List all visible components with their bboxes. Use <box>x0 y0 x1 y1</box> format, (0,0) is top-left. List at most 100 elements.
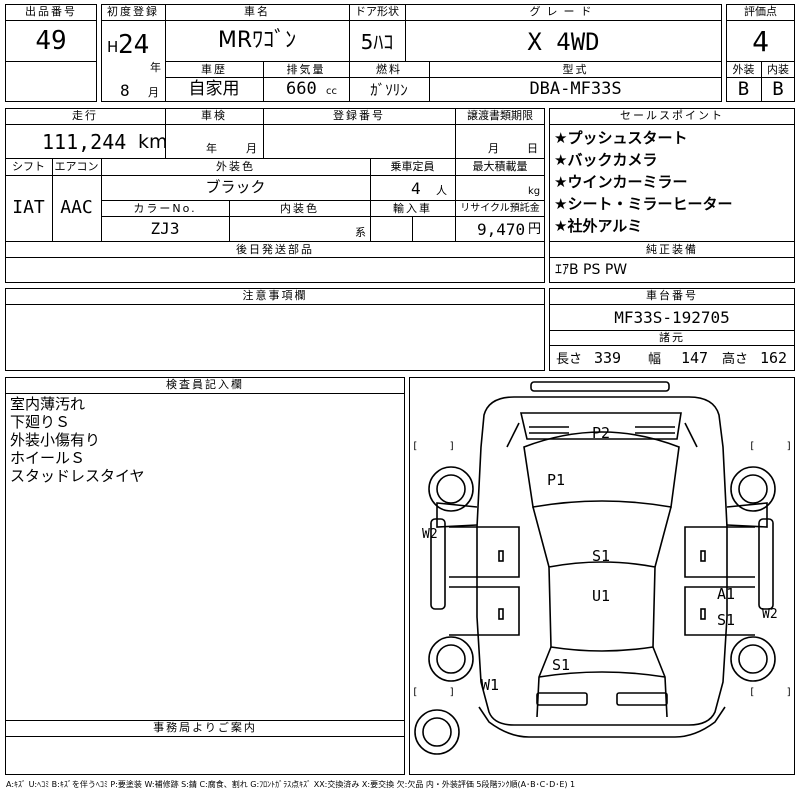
length: 339 <box>594 349 622 367</box>
registration-number-label: 登録番号 <box>333 109 385 122</box>
shift: IAT <box>12 197 45 218</box>
inspector-line: 外装小傷有り <box>10 431 101 449</box>
office-info-label: 事務局よりご案内 <box>153 721 257 734</box>
import-label: 輸入車 <box>393 202 432 215</box>
mark-p2: P2 <box>592 424 610 442</box>
damage-legend: A:ｷｽﾞ U:ﾍｺﾐ B:ｷｽﾞを伴うﾍｺﾐ P:要塗装 W:補修跡 S:錆 … <box>6 780 576 789</box>
color-number: ZJ3 <box>150 219 180 238</box>
recycle-label: リサイクル預託金 <box>460 203 540 214</box>
inspector-label: 検査員記入欄 <box>166 378 244 391</box>
transfer-day-unit: 日 <box>527 142 538 155</box>
sales-point: ★シート・ミラーヒーター <box>554 195 733 213</box>
inspection-year-unit: 年 <box>206 142 217 155</box>
history: 自家用 <box>188 79 240 99</box>
inspector-line: スタッドレスタイヤ <box>10 467 145 485</box>
dimensions-label: 諸元 <box>659 331 685 344</box>
chassis-number: MF33S-192705 <box>614 308 730 327</box>
svg-text:[: [ <box>749 441 755 452</box>
svg-text:[: [ <box>749 687 755 698</box>
mark-a1: A1 <box>717 585 735 603</box>
registration-month: 8 <box>120 81 130 100</box>
ac: AAC <box>60 197 93 218</box>
max-load-label: 最大積載量 <box>472 160 528 173</box>
svg-text:[: [ <box>412 441 418 452</box>
svg-text:]: ] <box>449 687 455 698</box>
interior-color-label: 内装色 <box>280 202 319 215</box>
displacement-unit: cc <box>326 86 337 97</box>
ac-label: エアコン <box>54 160 99 173</box>
score: 4 <box>752 25 769 58</box>
capacity-label: 乗車定員 <box>390 160 435 173</box>
car-name: MRﾜｺﾞﾝ <box>217 28 297 53</box>
model-label: 型式 <box>562 63 589 76</box>
displacement: 660 <box>286 79 317 99</box>
sales-point: ★プッシュスタート <box>554 129 688 147</box>
inspection-month-unit: 月 <box>246 142 257 155</box>
sales-point: ★バックカメラ <box>554 151 658 169</box>
later-parts-label: 後日発送部品 <box>236 243 314 256</box>
recycle-unit: 円 <box>528 222 542 237</box>
capacity-unit: 人 <box>436 184 447 197</box>
width-label: 幅 <box>648 352 662 367</box>
mark-w2-left: W2 <box>422 527 438 542</box>
mark-s1-roof: S1 <box>592 547 610 565</box>
height: 162 <box>760 349 788 367</box>
mileage-label: 走行 <box>72 109 98 122</box>
month-unit: 月 <box>148 86 159 99</box>
length-label: 長さ <box>556 352 583 367</box>
equipment-label: 純正装備 <box>646 243 698 256</box>
svg-text:]: ] <box>786 441 792 452</box>
interior-color-unit: 系 <box>355 226 366 239</box>
svg-text:]: ] <box>449 441 455 452</box>
first-registration-label: 初度登録 <box>107 5 159 18</box>
mark-s1-rear: S1 <box>552 656 570 674</box>
transfer-month-unit: 月 <box>488 142 499 155</box>
mark-u1: U1 <box>592 587 610 605</box>
lot-number: 49 <box>35 26 67 56</box>
exterior-color-label: 外装色 <box>216 160 255 173</box>
mark-p1: P1 <box>547 471 565 489</box>
score-label: 評価点 <box>744 5 777 18</box>
door-type-label: ドア形状 <box>355 5 399 18</box>
history-label: 車歴 <box>201 63 227 76</box>
lot-number-label: 出品番号 <box>25 5 77 18</box>
mark-w1: W1 <box>481 676 499 694</box>
year-unit: 年 <box>150 61 161 74</box>
sales-points-label: セールスポイント <box>620 109 724 122</box>
grade-label: グレード <box>529 5 598 18</box>
sales-point: ★ウインカーミラー <box>554 173 688 191</box>
height-label: 高さ <box>722 352 749 367</box>
model-code: DBA-MF33S <box>529 79 622 99</box>
registration-year: 24 <box>118 30 150 60</box>
interior-grade: B <box>772 78 784 100</box>
max-load-unit: kg <box>528 186 541 197</box>
era: H <box>107 38 119 56</box>
transfer-deadline-label: 譲渡書類期限 <box>467 109 533 122</box>
sales-point: ★社外アルミ <box>554 217 643 235</box>
width: 147 <box>681 349 709 367</box>
exterior-label: 外装 <box>732 63 755 76</box>
exterior-grade: B <box>737 78 750 100</box>
inspector-line: 室内薄汚れ <box>10 395 86 413</box>
interior-label: 内装 <box>767 63 789 76</box>
mark-w2-right: W2 <box>762 607 778 622</box>
recycle-fee: 9,470 <box>477 220 526 239</box>
color-number-label: カラーNo. <box>133 202 197 215</box>
notes-label: 注意事項欄 <box>242 289 308 302</box>
chassis-label: 車台番号 <box>646 289 698 302</box>
car-damage-diagram: [] [] [] [] P2 P1 S1 U1 A1 S1 S1 W1 W2 W… <box>412 381 792 755</box>
grade: X 4WD <box>527 28 600 56</box>
svg-text:[: [ <box>412 687 418 698</box>
exterior-color: ブラック <box>205 178 266 196</box>
shift-label: シフト <box>12 160 45 173</box>
car-name-label: 車名 <box>244 5 270 18</box>
door-type: 5ﾊｺ <box>360 30 394 54</box>
svg-text:]: ] <box>786 687 792 698</box>
equipment: ｴｱB PS PW <box>555 262 628 278</box>
fuel-label: 燃料 <box>376 63 402 76</box>
mark-s1-side: S1 <box>717 611 735 629</box>
capacity: 4 <box>411 179 421 198</box>
displacement-label: 排気量 <box>286 63 326 76</box>
fuel: ｶﾞｿﾘﾝ <box>370 81 408 99</box>
inspection-label: 車検 <box>201 109 227 122</box>
